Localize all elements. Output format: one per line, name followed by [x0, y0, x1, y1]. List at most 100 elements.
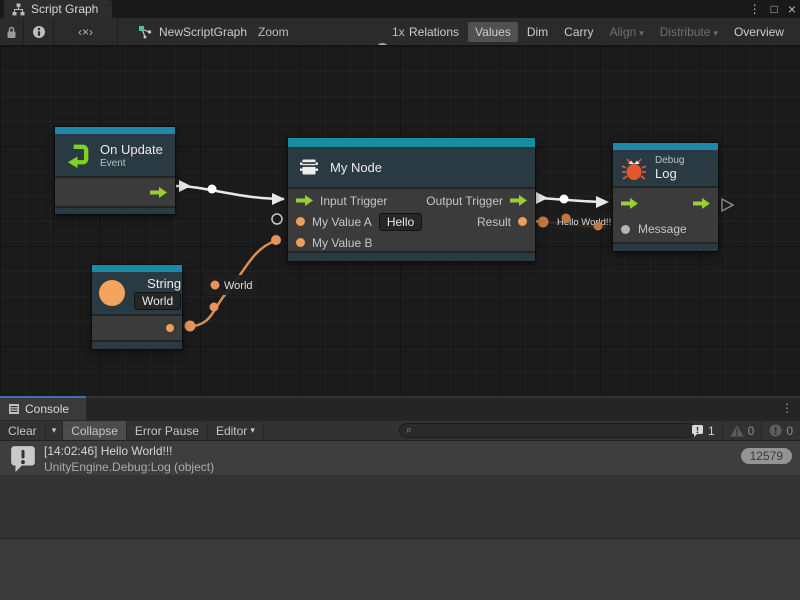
port-label: My Value B: [312, 236, 372, 250]
log-entry[interactable]: [14:02:46] Hello World!!! UnityEngine.De…: [0, 441, 800, 475]
trigger-out-port-icon[interactable]: [693, 198, 710, 209]
search-input[interactable]: [416, 424, 689, 437]
chevron-down-icon: ▾: [639, 28, 644, 38]
node-accent-bar: [613, 143, 718, 150]
script-graph-icon: [138, 25, 153, 39]
trigger-in-port-icon[interactable]: [296, 195, 313, 206]
node-category: Debug: [655, 155, 684, 166]
wire-flow-dot: [538, 217, 549, 228]
node-footer: [55, 206, 175, 214]
chevron-down-icon: ▾: [713, 28, 718, 38]
maximize-icon[interactable]: □: [771, 2, 778, 16]
info-button[interactable]: [24, 18, 54, 46]
custom-node-icon: [297, 155, 321, 179]
empty-port-triangle[interactable]: [722, 199, 733, 211]
warning-count: 0: [748, 424, 755, 438]
lock-button[interactable]: [0, 18, 24, 46]
breadcrumb[interactable]: NewScriptGraph: [138, 18, 247, 46]
string-out-port[interactable]: [166, 324, 174, 332]
my-value-a-field[interactable]: Hello: [379, 213, 422, 231]
node-title: String: [134, 276, 181, 291]
fullscreen-button[interactable]: Full S: [793, 22, 800, 42]
console-list-icon: [8, 403, 20, 415]
console-search[interactable]: ⌕: [399, 423, 696, 438]
node-my-node[interactable]: My Node Input Trigger Output Trigger: [288, 138, 535, 261]
console-counters: 1 0 0: [683, 420, 800, 441]
node-title: Log: [655, 166, 684, 181]
console-menu-icon[interactable]: ⋮: [781, 401, 793, 415]
tab-console[interactable]: Console: [0, 398, 86, 420]
lock-icon: [6, 26, 17, 39]
wire-result-to-message[interactable]: [527, 221, 606, 227]
error-icon: [769, 424, 782, 437]
node-footer: [613, 242, 718, 251]
editor-dropdown-button[interactable]: Editor▾: [208, 421, 264, 440]
message-in-port[interactable]: [621, 225, 630, 234]
info-icon: [32, 25, 46, 39]
dim-button[interactable]: Dim: [520, 22, 555, 42]
wire-arrow-icon: [179, 180, 191, 192]
value-in-port[interactable]: [296, 217, 305, 226]
port-label: Output Trigger: [426, 194, 503, 208]
node-accent-bar: [288, 138, 535, 147]
clear-button[interactable]: Clear: [0, 421, 46, 440]
overview-button[interactable]: Overview: [727, 22, 791, 42]
node-title: On Update: [100, 142, 163, 157]
error-count-toggle[interactable]: 0: [761, 420, 800, 441]
relations-button[interactable]: Relations: [402, 22, 466, 42]
wire-flow-dot: [560, 195, 569, 204]
port-label: My Value A: [312, 215, 372, 229]
code-icon: ‹×›: [78, 25, 93, 39]
console-panel: Console ⋮ Clear ▾ Collapse Error Pause E…: [0, 396, 800, 600]
info-count-toggle[interactable]: 1: [683, 420, 722, 441]
wire-flow-dot: [185, 321, 196, 332]
values-button[interactable]: Values: [468, 22, 518, 42]
trigger-out-port-icon[interactable]: [150, 187, 167, 198]
value-bubble-text: World: [224, 280, 253, 292]
clear-dropdown-button[interactable]: ▾: [46, 421, 64, 440]
close-icon[interactable]: ×: [788, 1, 796, 17]
window-tab-bar: Script Graph ⋮ □ ×: [0, 0, 800, 18]
collapse-button[interactable]: Collapse: [63, 421, 127, 440]
value-bubble-world: World: [204, 275, 257, 295]
info-count: 1: [708, 424, 715, 438]
wire-arrow-icon: [536, 192, 548, 204]
log-collapse-count: 12579: [741, 448, 792, 464]
tab-title: Script Graph: [31, 2, 98, 16]
string-value-field[interactable]: World: [134, 292, 181, 310]
wire-flow-dot: [562, 214, 571, 223]
value-in-port[interactable]: [296, 238, 305, 247]
result-out-port[interactable]: [518, 217, 527, 226]
chevron-down-icon: ▾: [250, 425, 255, 436]
info-bubble-icon: [691, 424, 704, 437]
log-message: [14:02:46] Hello World!!!: [44, 444, 173, 458]
wire-onupdate-to-mynode[interactable]: [176, 186, 284, 199]
node-accent-bar: [55, 127, 175, 134]
loop-event-icon: [64, 142, 91, 169]
node-debug-log[interactable]: Debug Log Message: [613, 143, 718, 251]
warning-count-toggle[interactable]: 0: [722, 420, 762, 441]
window-menu-icon[interactable]: ⋮: [749, 2, 761, 16]
tab-title: Console: [25, 402, 69, 416]
edit-code-button[interactable]: ‹×›: [54, 18, 118, 46]
trigger-in-port-icon[interactable]: [621, 198, 638, 209]
trigger-out-port-icon[interactable]: [510, 195, 527, 206]
node-string[interactable]: String World: [92, 265, 182, 349]
port-label: Result: [477, 215, 511, 229]
console-detail-pane: [0, 539, 800, 600]
node-on-update[interactable]: On Update Event: [55, 127, 175, 214]
graph-canvas[interactable]: World Hello World!!! On Update Event: [0, 46, 800, 396]
wire-string-to-myvalueb[interactable]: [188, 241, 275, 327]
graph-toolbar: ‹×› NewScriptGraph Zoom 1x Relations Val…: [0, 18, 800, 46]
carry-button[interactable]: Carry: [557, 22, 600, 42]
empty-port-circle[interactable]: [272, 214, 282, 224]
zoom-label: Zoom: [258, 18, 289, 46]
wire-mynode-to-debug[interactable]: [531, 198, 606, 202]
wire-flow-dot: [271, 235, 281, 245]
tab-script-graph[interactable]: Script Graph: [4, 0, 112, 18]
distribute-button[interactable]: Distribute▾: [653, 22, 725, 42]
node-footer: [288, 251, 535, 261]
align-button[interactable]: Align▾: [603, 22, 651, 42]
console-tab-bar: Console ⋮: [0, 398, 800, 420]
error-pause-button[interactable]: Error Pause: [127, 421, 208, 440]
